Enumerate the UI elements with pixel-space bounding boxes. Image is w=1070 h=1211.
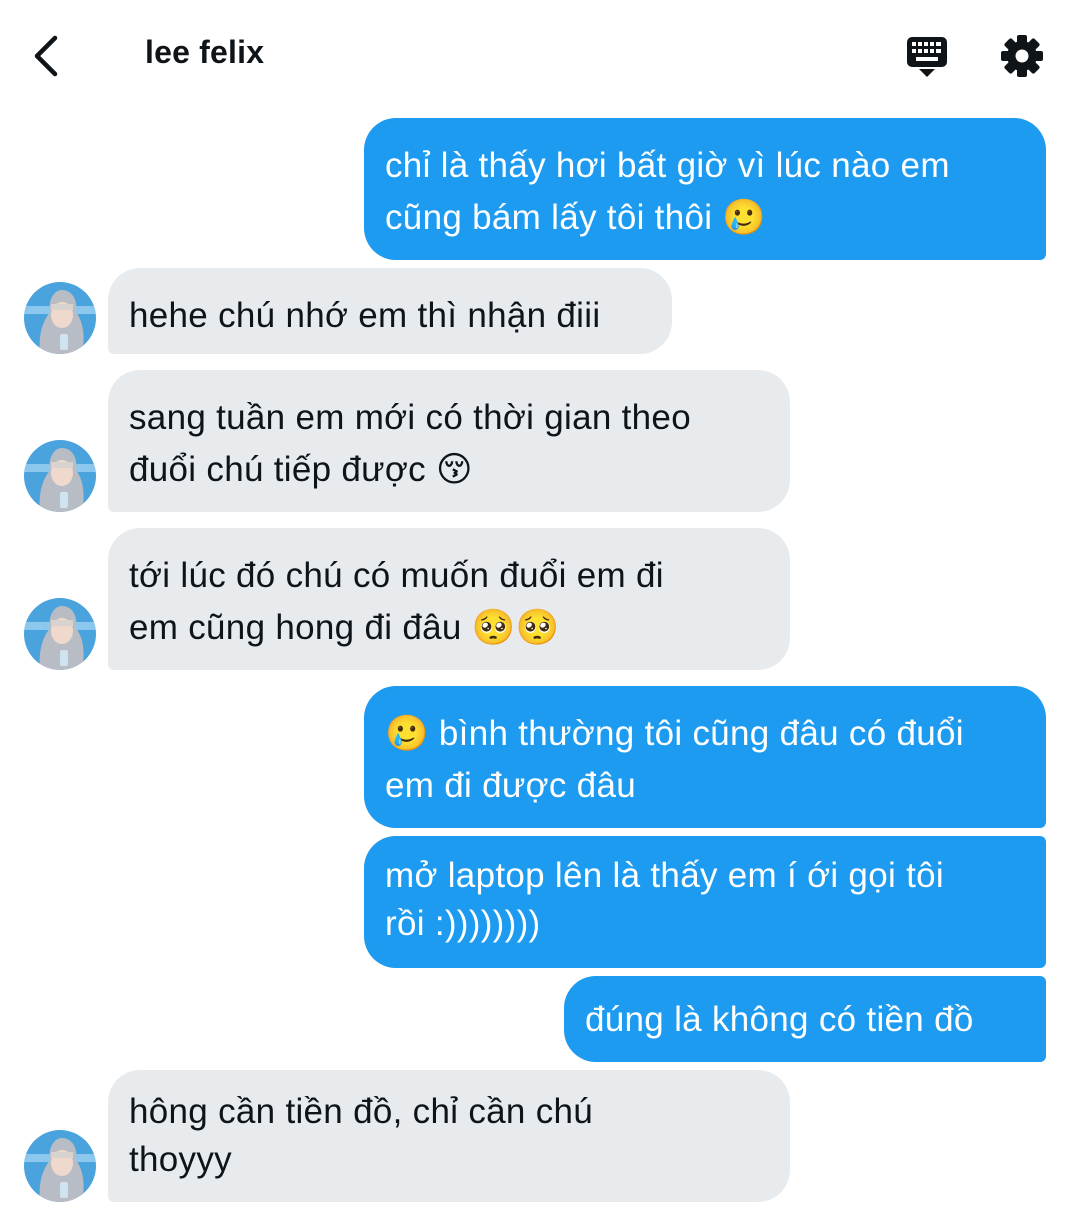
keyboard-shortcuts-button[interactable] <box>902 30 952 82</box>
avatar[interactable] <box>24 598 96 670</box>
message-text: tới lúc đó chú có muốn đuổi em đi em cũn… <box>129 556 664 647</box>
message-text: 🥲 bình thường tôi cũng đâu có đuổi em đi… <box>385 714 964 805</box>
back-button[interactable] <box>22 30 70 82</box>
avatar[interactable] <box>24 282 96 354</box>
message-bubble-incoming[interactable]: hông cần tiền đồ, chỉ cần chú thoyyy <box>108 1070 790 1202</box>
settings-button[interactable] <box>996 30 1048 82</box>
message-bubble-outgoing[interactable]: chỉ là thấy hơi bất giờ vì lúc nào em cũ… <box>364 118 1046 260</box>
message-text: sang tuần em mới có thời gian theo đuổi … <box>129 398 691 489</box>
gear-icon <box>1001 35 1043 77</box>
chevron-left-icon <box>34 35 58 77</box>
conversation-title: lee felix <box>145 34 265 70</box>
avatar[interactable] <box>24 440 96 512</box>
message-text: mở laptop lên là thấy em í ới gọi tôi rồ… <box>385 856 944 943</box>
message-text: đúng là không có tiền đồ <box>585 1000 974 1039</box>
message-bubble-incoming[interactable]: sang tuần em mới có thời gian theo đuổi … <box>108 370 790 512</box>
message-text: hông cần tiền đồ, chỉ cần chú thoyyy <box>129 1092 594 1179</box>
message-bubble-outgoing[interactable]: đúng là không có tiền đồ <box>564 976 1046 1062</box>
message-bubble-incoming[interactable]: tới lúc đó chú có muốn đuổi em đi em cũn… <box>108 528 790 670</box>
message-text: hehe chú nhớ em thì nhận điii <box>129 296 601 335</box>
conversation-header: lee felix <box>0 0 1070 112</box>
message-text: chỉ là thấy hơi bất giờ vì lúc nào em cũ… <box>385 146 950 237</box>
avatar[interactable] <box>24 1130 96 1202</box>
message-bubble-outgoing[interactable]: mở laptop lên là thấy em í ới gọi tôi rồ… <box>364 836 1046 968</box>
message-bubble-incoming[interactable]: hehe chú nhớ em thì nhận điii <box>108 268 672 354</box>
keyboard-icon <box>907 37 947 77</box>
message-bubble-outgoing[interactable]: 🥲 bình thường tôi cũng đâu có đuổi em đi… <box>364 686 1046 828</box>
